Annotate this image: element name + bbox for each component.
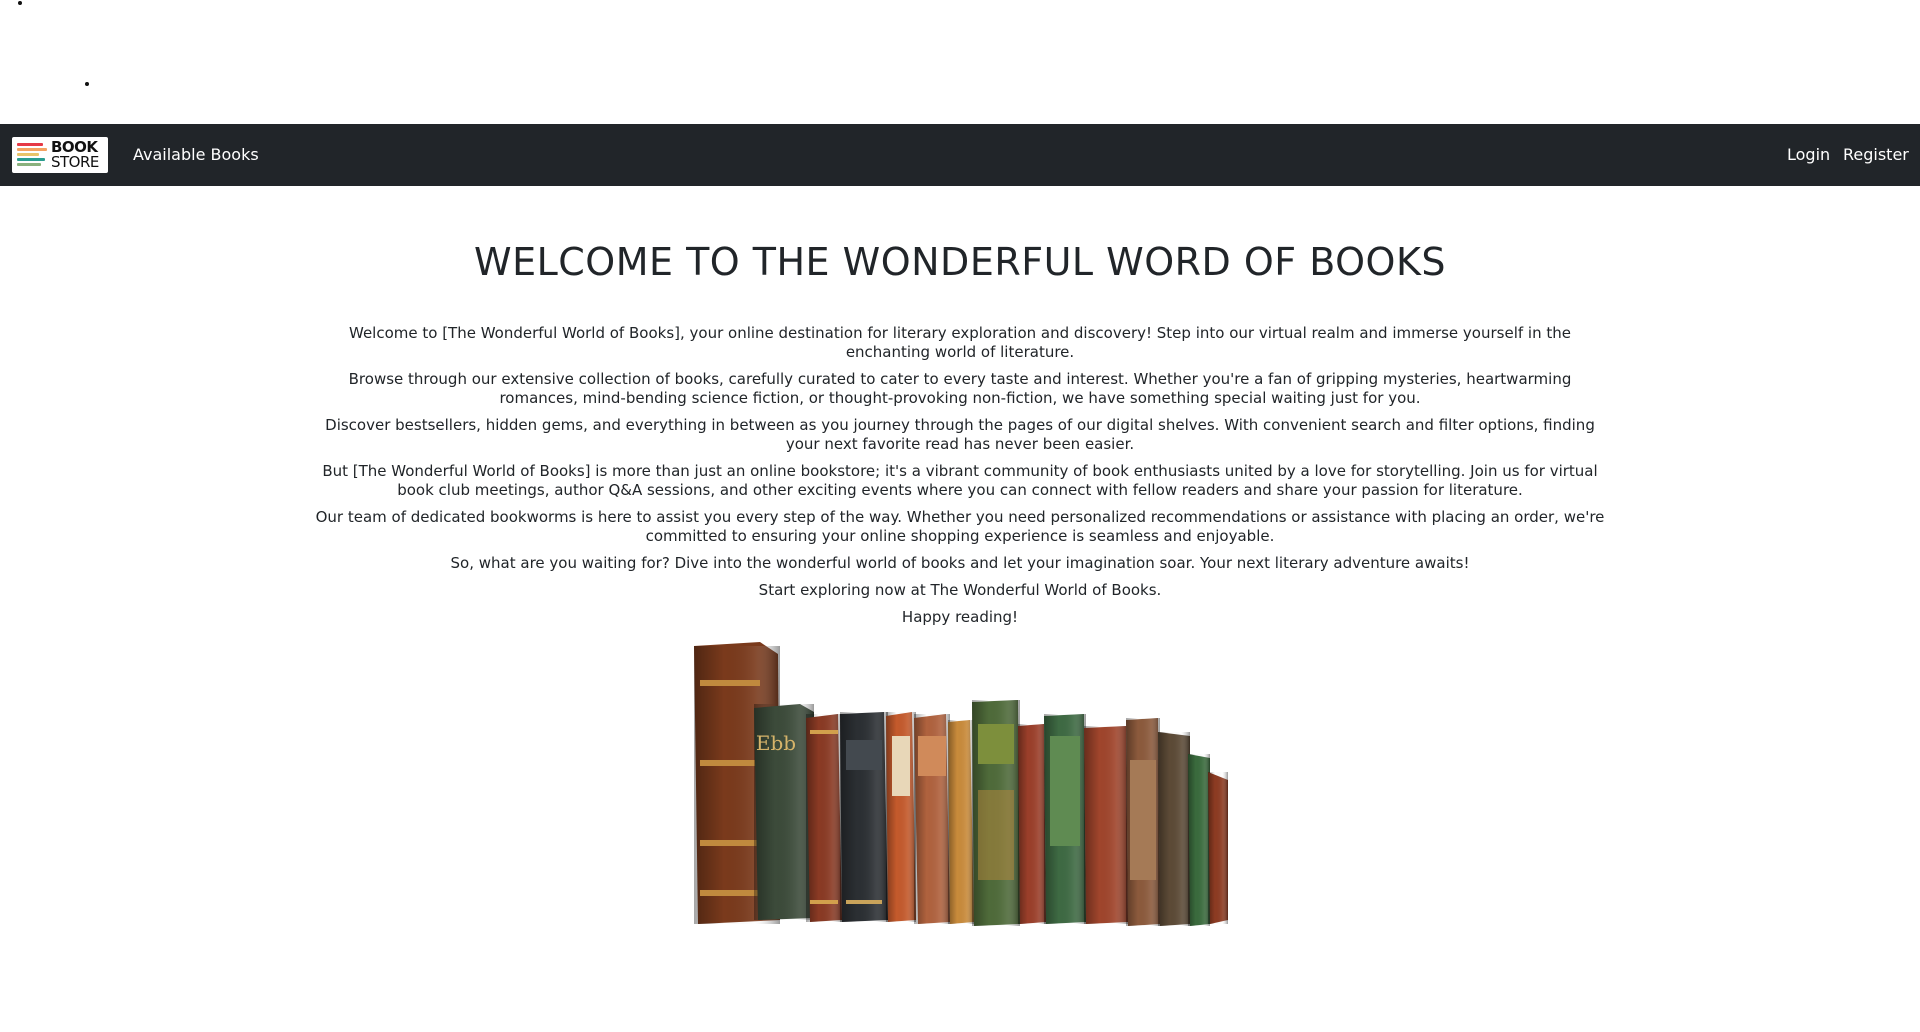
intro-paragraph: Start exploring now at The Wonderful Wor… (758, 581, 1162, 599)
stray-list-bullets (0, 0, 1920, 124)
book-spine (1126, 718, 1160, 926)
nav-link-login[interactable]: Login (1787, 124, 1830, 186)
bookstore-logo[interactable]: BOOK STORE (12, 137, 108, 173)
bullet-dot (85, 82, 89, 86)
logo-text-store: STORE (51, 153, 99, 171)
book-spine (948, 720, 974, 924)
book-spine (914, 714, 950, 924)
bullet-dot (18, 1, 22, 5)
intro-paragraph: Happy reading! (901, 608, 1019, 626)
vintage-books-image: Ebb (694, 642, 1228, 926)
book-spine (1084, 726, 1128, 924)
book-spine: Ebb (754, 704, 814, 920)
spine-title: Ebb (756, 731, 796, 755)
book-spine (1044, 714, 1086, 924)
top-navbar: BOOK STORE Available Books Login Registe… (0, 124, 1920, 186)
intro-paragraph: Browse through our extensive collection … (348, 370, 1572, 407)
nav-link-available-books[interactable]: Available Books (133, 124, 259, 186)
page-title: WELCOME TO THE WONDERFUL WORD OF BOOKS (474, 240, 1446, 284)
intro-paragraph: So, what are you waiting for? Dive into … (450, 554, 1470, 572)
book-spine (972, 700, 1020, 926)
intro-paragraph: But [The Wonderful World of Books] is mo… (322, 462, 1598, 499)
book-spine (886, 712, 916, 922)
intro-paragraph: Our team of dedicated bookworms is here … (315, 508, 1605, 545)
intro-paragraph: Discover bestsellers, hidden gems, and e… (325, 416, 1595, 453)
nav-link-register[interactable]: Register (1843, 124, 1909, 186)
main-content: WELCOME TO THE WONDERFUL WORD OF BOOKS W… (0, 186, 1920, 635)
book-spine (1158, 732, 1190, 926)
book-spine (1188, 754, 1210, 926)
book-spine (1018, 724, 1046, 924)
intro-text: Welcome to [The Wonderful World of Books… (310, 324, 1610, 627)
book-spine (1208, 772, 1228, 924)
logo-stripes-icon (17, 143, 51, 169)
book-spine (840, 712, 888, 922)
intro-paragraph: Welcome to [The Wonderful World of Books… (349, 324, 1571, 361)
book-spine (806, 714, 842, 922)
logo-text: BOOK STORE (51, 140, 99, 170)
